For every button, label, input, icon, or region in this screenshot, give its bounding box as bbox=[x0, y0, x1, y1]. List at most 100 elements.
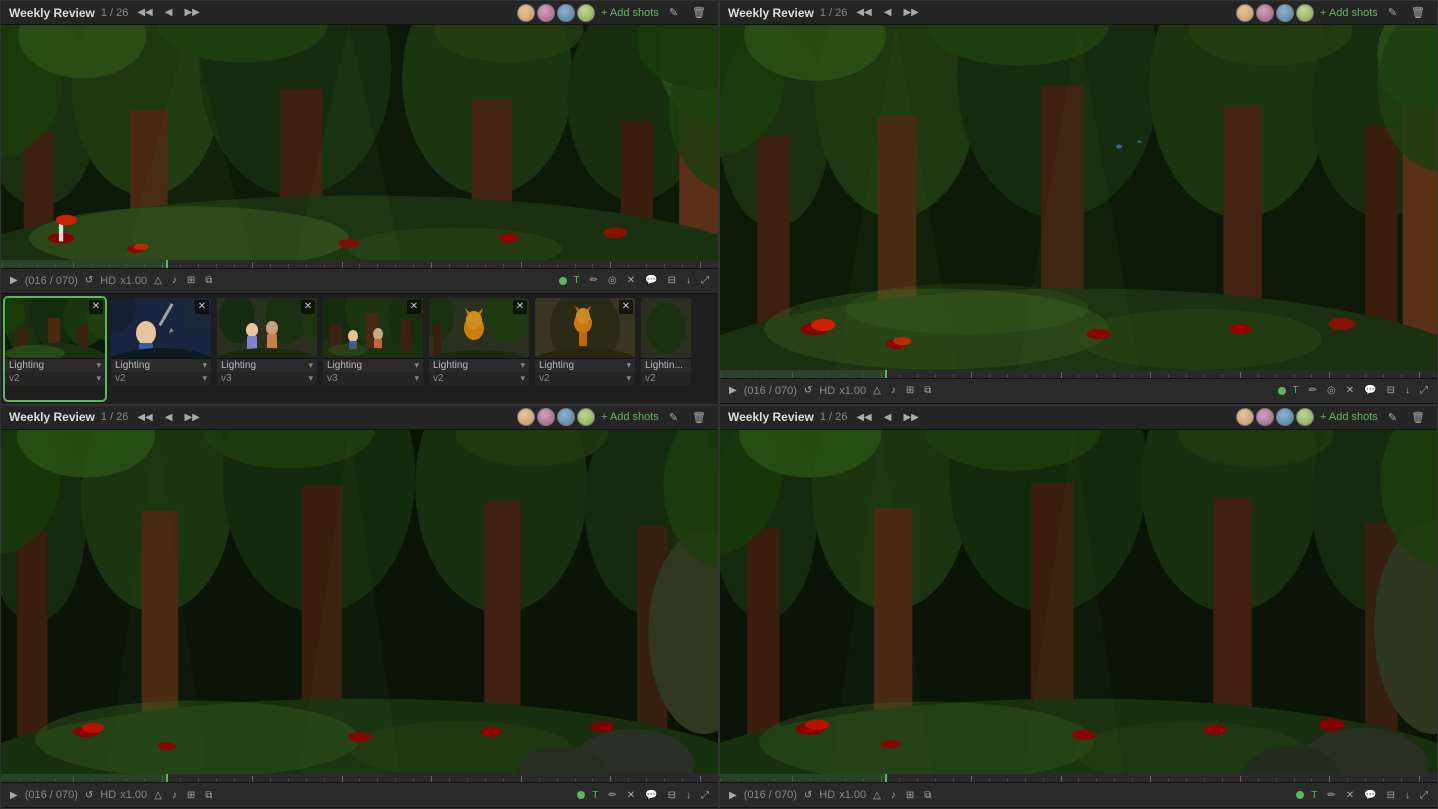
copy-btn-br[interactable]: ⧉ bbox=[921, 788, 934, 803]
thumb-dropdown-4[interactable]: ▾ bbox=[414, 360, 419, 371]
audio-btn-br[interactable]: ♪ bbox=[888, 788, 899, 803]
triangle-btn-bl[interactable]: △ bbox=[151, 788, 165, 803]
loop-btn-br[interactable]: ↺ bbox=[801, 788, 815, 803]
download-btn-bl[interactable]: ↓ bbox=[683, 788, 694, 803]
edit-btn-bl[interactable]: ✎ bbox=[665, 409, 682, 426]
fullscreen-btn-tr[interactable]: ⤢ bbox=[1417, 383, 1431, 398]
thumb-version-dropdown-1[interactable]: ▾ bbox=[96, 373, 101, 384]
audio-btn-tr[interactable]: ♪ bbox=[888, 383, 899, 398]
pencil-btn-br[interactable]: ✏ bbox=[1324, 788, 1338, 803]
add-shots-btn-bl[interactable]: + Add shots bbox=[601, 411, 659, 423]
thumb-2[interactable]: ✕ Lighting ▾ v2 ▾ bbox=[111, 298, 211, 400]
thumb-close-6[interactable]: ✕ bbox=[619, 300, 633, 314]
layers-btn-tl[interactable]: ⊞ bbox=[184, 273, 198, 288]
trash-btn-tl[interactable]: 🗑 bbox=[688, 4, 710, 21]
text-tool-bl[interactable]: T bbox=[589, 788, 601, 803]
layout-btn-tr[interactable]: ⊟ bbox=[1384, 383, 1398, 398]
nav-prev-tl[interactable]: ◀ bbox=[162, 5, 176, 20]
audio-btn-bl[interactable]: ♪ bbox=[169, 788, 180, 803]
nav-first-tr[interactable]: ◀◀ bbox=[853, 5, 874, 20]
add-shots-btn-tr[interactable]: + Add shots bbox=[1320, 7, 1378, 19]
close-btn-tl[interactable]: ✕ bbox=[624, 273, 638, 288]
thumb-dropdown-2[interactable]: ▾ bbox=[202, 360, 207, 371]
layout-btn-tl[interactable]: ⊟ bbox=[665, 273, 679, 288]
nav-next-tr[interactable]: ▶▶ bbox=[900, 5, 921, 20]
nav-first-tl[interactable]: ◀◀ bbox=[134, 5, 155, 20]
triangle-btn-tr[interactable]: △ bbox=[870, 383, 884, 398]
nav-next-bl[interactable]: ▶▶ bbox=[181, 410, 202, 425]
copy-btn-tl[interactable]: ⧉ bbox=[202, 273, 215, 288]
thumb-dropdown-3[interactable]: ▾ bbox=[308, 360, 313, 371]
trash-btn-br[interactable]: 🗑 bbox=[1407, 409, 1429, 426]
pencil-btn-bl[interactable]: ✏ bbox=[605, 788, 619, 803]
timeline-tr[interactable] bbox=[720, 370, 1437, 378]
fullscreen-btn-br[interactable]: ⤢ bbox=[1417, 788, 1431, 803]
play-btn-tr[interactable]: ▶ bbox=[726, 383, 740, 398]
pencil-btn-tl[interactable]: ✏ bbox=[587, 273, 601, 288]
loop-btn-tr[interactable]: ↺ bbox=[801, 383, 815, 398]
triangle-btn-tl[interactable]: △ bbox=[151, 273, 165, 288]
loop-btn-bl[interactable]: ↺ bbox=[82, 788, 96, 803]
download-btn-tl[interactable]: ↓ bbox=[683, 273, 694, 288]
nav-prev-bl[interactable]: ◀ bbox=[162, 410, 176, 425]
timeline-tl[interactable] bbox=[1, 260, 718, 268]
text-tool-tr[interactable]: T bbox=[1290, 383, 1302, 398]
copy-btn-bl[interactable]: ⧉ bbox=[202, 788, 215, 803]
target-btn-tr[interactable]: ◎ bbox=[1324, 383, 1339, 398]
layers-btn-bl[interactable]: ⊞ bbox=[184, 788, 198, 803]
thumb-3[interactable]: ✕ Lighting ▾ v3 ▾ bbox=[217, 298, 317, 400]
download-btn-br[interactable]: ↓ bbox=[1402, 788, 1413, 803]
thumb-5[interactable]: ✕ Lighting ▾ v2 ▾ bbox=[429, 298, 529, 400]
nav-first-bl[interactable]: ◀◀ bbox=[134, 410, 155, 425]
chat-btn-tl[interactable]: 💬 bbox=[642, 273, 660, 288]
thumb-dropdown-6[interactable]: ▾ bbox=[626, 360, 631, 371]
triangle-btn-br[interactable]: △ bbox=[870, 788, 884, 803]
play-btn-bl[interactable]: ▶ bbox=[7, 788, 21, 803]
edit-btn-tr[interactable]: ✎ bbox=[1384, 4, 1401, 21]
thumb-version-dropdown-5[interactable]: ▾ bbox=[520, 373, 525, 384]
audio-btn-tl[interactable]: ♪ bbox=[169, 273, 180, 288]
target-btn-tl[interactable]: ◎ bbox=[605, 273, 620, 288]
download-btn-tr[interactable]: ↓ bbox=[1402, 383, 1413, 398]
layout-btn-br[interactable]: ⊟ bbox=[1384, 788, 1398, 803]
fullscreen-btn-bl[interactable]: ⤢ bbox=[698, 788, 712, 803]
thumb-dropdown-5[interactable]: ▾ bbox=[520, 360, 525, 371]
thumb-version-dropdown-6[interactable]: ▾ bbox=[626, 373, 631, 384]
close-btn-bl[interactable]: ✕ bbox=[624, 788, 638, 803]
thumb-1[interactable]: ✕ Lighting ▾ v2 ▾ bbox=[5, 298, 105, 400]
timeline-bl[interactable] bbox=[1, 774, 718, 782]
fullscreen-btn-tl[interactable]: ⤢ bbox=[698, 273, 712, 288]
layers-btn-br[interactable]: ⊞ bbox=[903, 788, 917, 803]
thumb-close-2[interactable]: ✕ bbox=[195, 300, 209, 314]
nav-first-br[interactable]: ◀◀ bbox=[853, 410, 874, 425]
thumb-7[interactable]: Lightin... v2 bbox=[641, 298, 691, 400]
chat-btn-br[interactable]: 💬 bbox=[1361, 788, 1379, 803]
text-tool-tl[interactable]: T bbox=[571, 273, 583, 288]
loop-btn-tl[interactable]: ↺ bbox=[82, 273, 96, 288]
thumb-dropdown-1[interactable]: ▾ bbox=[96, 360, 101, 371]
close-btn-tr[interactable]: ✕ bbox=[1343, 383, 1357, 398]
copy-btn-tr[interactable]: ⧉ bbox=[921, 383, 934, 398]
close-btn-br[interactable]: ✕ bbox=[1343, 788, 1357, 803]
layout-btn-bl[interactable]: ⊟ bbox=[665, 788, 679, 803]
add-shots-btn-tl[interactable]: + Add shots bbox=[601, 7, 659, 19]
play-btn-br[interactable]: ▶ bbox=[726, 788, 740, 803]
layers-btn-tr[interactable]: ⊞ bbox=[903, 383, 917, 398]
thumb-6[interactable]: ✕ Lighting ▾ v2 ▾ bbox=[535, 298, 635, 400]
thumb-close-4[interactable]: ✕ bbox=[407, 300, 421, 314]
trash-btn-tr[interactable]: 🗑 bbox=[1407, 4, 1429, 21]
thumb-version-dropdown-2[interactable]: ▾ bbox=[202, 373, 207, 384]
pencil-btn-tr[interactable]: ✏ bbox=[1306, 383, 1320, 398]
play-btn-tl[interactable]: ▶ bbox=[7, 273, 21, 288]
thumb-version-dropdown-3[interactable]: ▾ bbox=[308, 373, 313, 384]
thumb-close-1[interactable]: ✕ bbox=[89, 300, 103, 314]
thumb-4[interactable]: ✕ Lighting ▾ v3 ▾ bbox=[323, 298, 423, 400]
trash-btn-bl[interactable]: 🗑 bbox=[688, 409, 710, 426]
edit-btn-br[interactable]: ✎ bbox=[1384, 409, 1401, 426]
add-shots-btn-br[interactable]: + Add shots bbox=[1320, 411, 1378, 423]
text-tool-br[interactable]: T bbox=[1308, 788, 1320, 803]
chat-btn-tr[interactable]: 💬 bbox=[1361, 383, 1379, 398]
nav-next-br[interactable]: ▶▶ bbox=[900, 410, 921, 425]
nav-next-tl[interactable]: ▶▶ bbox=[181, 5, 202, 20]
nav-prev-tr[interactable]: ◀ bbox=[881, 5, 895, 20]
